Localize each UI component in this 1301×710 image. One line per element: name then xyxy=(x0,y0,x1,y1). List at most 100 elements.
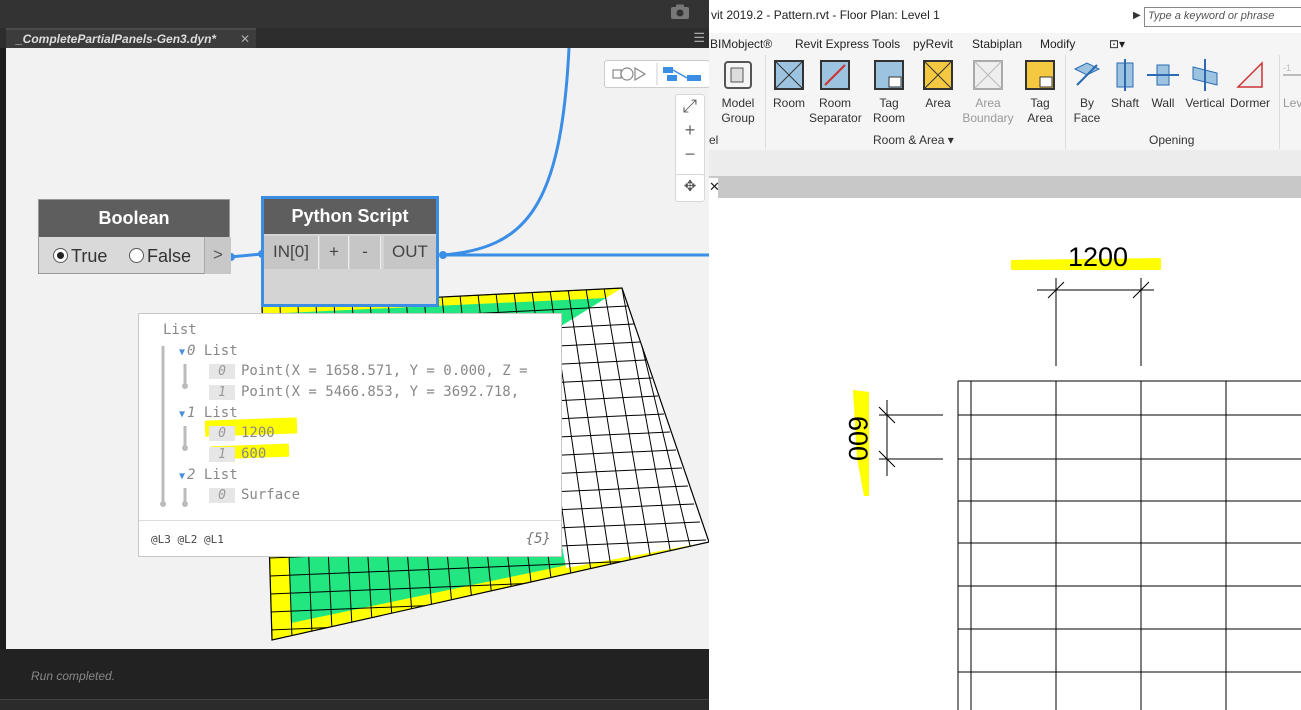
tab-stabiplan[interactable]: Stabiplan xyxy=(972,37,1022,51)
collapse-arrow-icon[interactable]: ▼ xyxy=(179,471,185,482)
level-button[interactable]: -1 Lev xyxy=(1283,59,1301,111)
panel-label: el xyxy=(709,133,719,147)
shaft-icon xyxy=(1116,59,1134,91)
wall-label: Wall xyxy=(1151,96,1175,110)
run-status-text: Run completed. xyxy=(31,669,116,683)
ribbon-toggle-icon[interactable]: ⊡▾ xyxy=(1109,37,1125,51)
list-index: 0 xyxy=(209,364,235,379)
shaft-button[interactable]: Shaft xyxy=(1107,59,1143,111)
dormer-label: Dormer xyxy=(1229,96,1270,110)
zoom-fit-icon[interactable]: ⤢ xyxy=(676,95,704,119)
tab-bimobject[interactable]: BIMobject® xyxy=(710,37,772,51)
list-index: 1 xyxy=(187,405,196,421)
radio-dot-icon xyxy=(53,248,68,263)
room-button[interactable]: Room xyxy=(769,59,809,111)
tab-modify[interactable]: Modify xyxy=(1040,37,1075,51)
boolean-node[interactable]: Boolean True False > xyxy=(38,199,231,274)
add-input-button[interactable]: + xyxy=(320,236,349,269)
list-item[interactable]: ▼ 1 List xyxy=(179,405,238,421)
dimension-text-600[interactable]: 600 xyxy=(842,416,873,461)
list-value: Point(X = 1658.571, Y = 0.000, Z = xyxy=(241,363,528,379)
dormer-button[interactable]: Dormer xyxy=(1227,59,1273,111)
area-button[interactable]: Area xyxy=(917,59,959,111)
close-icon[interactable]: ✕ xyxy=(240,30,250,48)
tag-room-icon xyxy=(874,60,904,90)
dimension-text-1200[interactable]: 1200 xyxy=(1068,242,1128,273)
list-label: List xyxy=(203,467,238,483)
options-bar xyxy=(709,150,1301,176)
dormer-icon xyxy=(1236,61,1263,88)
camera-icon[interactable] xyxy=(670,4,690,20)
area-label: Area xyxy=(925,96,951,110)
vertical-opening-button[interactable]: Vertical xyxy=(1183,59,1227,111)
list-value: Point(X = 5466.853, Y = 3692.718, xyxy=(241,384,520,400)
radio-true[interactable]: True xyxy=(53,246,107,267)
list-item[interactable]: ▼ 0 List xyxy=(179,343,238,359)
boolean-output-port[interactable]: > xyxy=(204,237,231,274)
tab-pyrevit[interactable]: pyRevit xyxy=(913,37,953,51)
tag-area-button[interactable]: Tag Area xyxy=(1019,59,1061,126)
close-icon[interactable]: ✕ xyxy=(709,178,720,198)
panel-grid-plan xyxy=(957,380,1301,710)
search-input[interactable]: Type a keyword or phrase xyxy=(1144,7,1301,27)
triangle-right-icon[interactable]: ▶ xyxy=(1133,10,1141,21)
ribbon: Model Group el Room Room Separator Tag R… xyxy=(709,55,1301,151)
dynamo-bottom-strip xyxy=(0,699,709,710)
dynamo-tab-bar: _CompletePartialPanels-Gen3.dyn* ✕ ☰ xyxy=(0,28,709,49)
node-preview-bubble[interactable]: List ▼ 0 List 0 Point(X = 1658.571, Y = 0.… xyxy=(138,313,562,557)
output-port-out[interactable]: OUT xyxy=(384,236,436,269)
revit-title-bar: vit 2019.2 - Pattern.rvt - Floor Plan: L… xyxy=(709,0,1301,33)
zoom-in-icon[interactable]: + xyxy=(676,119,704,143)
zoom-out-icon[interactable]: − xyxy=(676,143,704,167)
floor-plan-drawing xyxy=(853,258,1301,710)
list-item: 0 Surface xyxy=(209,487,300,503)
remove-input-button[interactable]: - xyxy=(350,236,381,269)
preview-root: List xyxy=(163,322,197,338)
radio-dot-icon xyxy=(129,248,144,263)
by-face-label: By Face xyxy=(1073,96,1101,125)
window-title: vit 2019.2 - Pattern.rvt - Floor Plan: L… xyxy=(711,8,940,22)
area-boundary-icon xyxy=(973,60,1003,90)
view-switch[interactable] xyxy=(604,60,709,88)
list-value: 600 xyxy=(241,446,267,462)
room-separator-button[interactable]: Room Separator xyxy=(809,59,862,126)
panel-room-area-label: Room & Area xyxy=(873,133,945,147)
list-item: 0 1200 xyxy=(209,425,275,441)
vertical-label: Vertical xyxy=(1185,96,1225,110)
collapse-arrow-icon[interactable]: ▼ xyxy=(179,409,185,420)
model-group-label: Model Group xyxy=(721,96,755,125)
input-port-in0[interactable]: IN[0] xyxy=(264,236,319,269)
menu-icon[interactable]: ☰ xyxy=(693,30,705,46)
python-script-node[interactable]: Python Script IN[0] + - OUT xyxy=(261,196,439,307)
model-group-button[interactable]: Model Group xyxy=(717,59,759,126)
list-levels[interactable]: @L3 @L2 @L1 xyxy=(151,533,224,546)
area-icon xyxy=(923,60,953,90)
area-boundary-button[interactable]: Area Boundary xyxy=(961,59,1015,126)
zoom-controls: ⤢ + − xyxy=(675,94,705,184)
tag-area-label: Tag Area xyxy=(1027,96,1053,125)
room-separator-icon xyxy=(820,60,850,90)
area-boundary-label: Area Boundary xyxy=(962,96,1014,125)
by-face-button[interactable]: By Face xyxy=(1069,59,1105,126)
tab-workspace[interactable]: _CompletePartialPanels-Gen3.dyn* ✕ xyxy=(6,28,256,48)
tab-revit-express-tools[interactable]: Revit Express Tools xyxy=(795,37,900,51)
tag-room-button[interactable]: Tag Room xyxy=(867,59,911,126)
graph-view-icon[interactable] xyxy=(663,67,701,81)
list-item[interactable]: ▼ 2 List xyxy=(179,467,238,483)
tab-title: _CompletePartialPanels-Gen3.dyn* xyxy=(16,32,217,46)
pan-icon[interactable]: ✥ xyxy=(675,174,705,202)
list-index: 1 xyxy=(209,447,235,462)
wall-opening-icon xyxy=(1147,64,1179,86)
geometry-view-icon[interactable] xyxy=(612,66,647,82)
floor-plan-view[interactable]: 1200 600 xyxy=(709,198,1301,710)
room-icon xyxy=(774,60,804,90)
list-item: 1 Point(X = 5466.853, Y = 3692.718, xyxy=(209,384,519,400)
radio-false[interactable]: False xyxy=(129,246,191,267)
wall-opening-button[interactable]: Wall xyxy=(1145,59,1181,111)
revit-window: vit 2019.2 - Pattern.rvt - Floor Plan: L… xyxy=(709,0,1301,710)
level-icon: -1 xyxy=(1283,63,1301,76)
graph-canvas[interactable]: ⤢ + − ✥ Boolean True False > Python Scri… xyxy=(6,48,709,649)
collapse-arrow-icon[interactable]: ▼ xyxy=(179,347,185,358)
list-item: 1 600 xyxy=(209,446,266,462)
panel-room-area[interactable]: Room & Area ▾ xyxy=(873,133,954,147)
